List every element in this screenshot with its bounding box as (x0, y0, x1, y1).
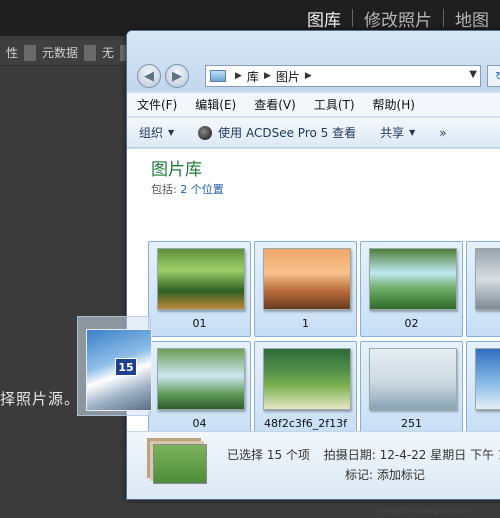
drag-count-badge: 15 (115, 358, 137, 376)
organize-label: 组织 (139, 126, 164, 140)
back-arrow-icon: ◀ (144, 68, 154, 84)
breadcrumb-chevron-icon[interactable]: ▶ (305, 71, 312, 81)
thumbnail-image (369, 348, 457, 410)
filter-attribute[interactable]: 性 (0, 44, 24, 61)
thumbnail-filename: 251 (401, 417, 422, 430)
details-pane: 已选择 15 个项 拍摄日期: 12-4-22 星期日 下午 1 标记: 添加标… (127, 431, 500, 499)
filter-divider (84, 44, 97, 61)
breadcrumb-chevron-icon[interactable]: ▶ (264, 71, 271, 81)
library-filter-bar: 性 元数据 无 (0, 40, 140, 66)
thumbnail-image (475, 348, 500, 410)
thumbnail-image (157, 348, 245, 410)
menu-bar: 文件(F) 编辑(E) 查看(V) 工具(T) 帮助(H) (127, 93, 500, 117)
thumbnail-image (369, 248, 457, 310)
forward-button[interactable]: ▶ (165, 64, 189, 88)
thumbnail-tile[interactable]: 04 (148, 341, 251, 431)
acdsee-label: 使用 ACDSee Pro 5 查看 (218, 126, 357, 140)
more-commands-button[interactable]: » (427, 126, 458, 140)
selected-count: 已选择 15 个项 (227, 448, 310, 462)
address-bar[interactable]: ▶ 库 ▶ 图片 ▶ ▼ (205, 65, 481, 87)
breadcrumb-chevron-icon[interactable]: ▶ (235, 71, 242, 81)
thumbnail-filename: 01 (192, 317, 207, 330)
organize-button[interactable]: 组织 ▼ (127, 124, 186, 141)
menu-file[interactable]: 文件(F) (127, 96, 185, 113)
refresh-icon: ↻ (495, 69, 500, 83)
drag-ghost: 15 (77, 316, 152, 416)
module-library[interactable]: 图库 (296, 6, 352, 31)
add-tag-field[interactable]: 添加标记 (377, 468, 425, 482)
tags-label: 标记: (345, 468, 374, 482)
more-label: » (439, 125, 447, 140)
menu-view[interactable]: 查看(V) (244, 96, 304, 113)
thumbnail-tile[interactable]: 01 (148, 241, 251, 337)
thumbnail-tile[interactable]: 02 (360, 241, 463, 337)
caret-down-icon: ▼ (168, 128, 175, 137)
module-map[interactable]: 地图 (444, 6, 500, 31)
thumbnail-image (263, 348, 351, 410)
thumbnail-image (157, 248, 245, 310)
includes-label: 包括: (151, 183, 177, 196)
thumbnail-filename: 02 (404, 317, 419, 330)
thumbnail-filename: 04 (192, 417, 207, 430)
share-button[interactable]: 共享 ▼ (368, 124, 427, 141)
acdsee-icon (198, 125, 213, 140)
filter-metadata[interactable]: 元数据 (36, 44, 84, 61)
thumbnail-filename: 48f2c3f6_2f13f (263, 417, 348, 430)
date-taken-label: 拍摄日期: (323, 448, 376, 462)
thumbnail-tile[interactable]: 251 (360, 341, 463, 431)
watermark: jingyan.baidu.com (377, 505, 470, 516)
thumbnail-tile[interactable] (466, 241, 500, 337)
thumbnail-filename: 1 (302, 317, 309, 330)
menu-tools[interactable]: 工具(T) (304, 96, 363, 113)
thumbnail-tile[interactable] (466, 341, 500, 431)
command-bar: 组织 ▼ 使用 ACDSee Pro 5 查看 共享 ▼ » (127, 118, 500, 148)
date-taken-value: 12-4-22 星期日 下午 1 (379, 448, 500, 462)
locations-link[interactable]: 2 个位置 (180, 183, 224, 196)
file-list-pane[interactable]: 图片库 包括: 2 个位置 01 1 02 04 48f2c3f6_2f13f 251 (127, 149, 500, 431)
filter-none[interactable]: 无 (96, 44, 120, 61)
breadcrumb-pictures[interactable]: 图片 (276, 68, 300, 85)
pictures-library-icon (210, 70, 226, 82)
caret-down-icon: ▼ (409, 128, 416, 137)
module-picker: 图库 修改照片 地图 (296, 6, 500, 31)
status-line-2: 标记: 添加标记 (345, 466, 425, 483)
filter-divider (24, 44, 37, 61)
menu-help[interactable]: 帮助(H) (363, 96, 423, 113)
import-hint-text: 择照片源。 (0, 390, 81, 408)
open-with-acdsee-button[interactable]: 使用 ACDSee Pro 5 查看 (186, 124, 368, 141)
library-includes: 包括: 2 个位置 (151, 181, 224, 197)
module-develop[interactable]: 修改照片 (353, 6, 443, 31)
thumbnail-tile[interactable]: 48f2c3f6_2f13f (254, 341, 357, 431)
forward-arrow-icon: ▶ (172, 68, 182, 84)
library-title: 图片库 (151, 160, 202, 180)
thumbnail-image (475, 248, 500, 310)
menu-edit[interactable]: 编辑(E) (185, 96, 244, 113)
status-line-1: 已选择 15 个项 拍摄日期: 12-4-22 星期日 下午 1 (227, 446, 500, 463)
back-button[interactable]: ◀ (137, 64, 161, 88)
share-label: 共享 (380, 126, 405, 140)
thumbnail-image (263, 248, 351, 310)
selection-preview-thumbnail (153, 444, 207, 484)
thumbnail-tile[interactable]: 1 (254, 241, 357, 337)
breadcrumb-libraries[interactable]: 库 (247, 68, 259, 85)
explorer-window: ◀ ▶ ▶ 库 ▶ 图片 ▶ ▼ ↻ 文件(F) 编辑(E) 查看(V) 工具(… (126, 30, 500, 500)
address-dropdown-icon[interactable]: ▼ (469, 69, 477, 80)
refresh-button[interactable]: ↻ (487, 65, 500, 87)
